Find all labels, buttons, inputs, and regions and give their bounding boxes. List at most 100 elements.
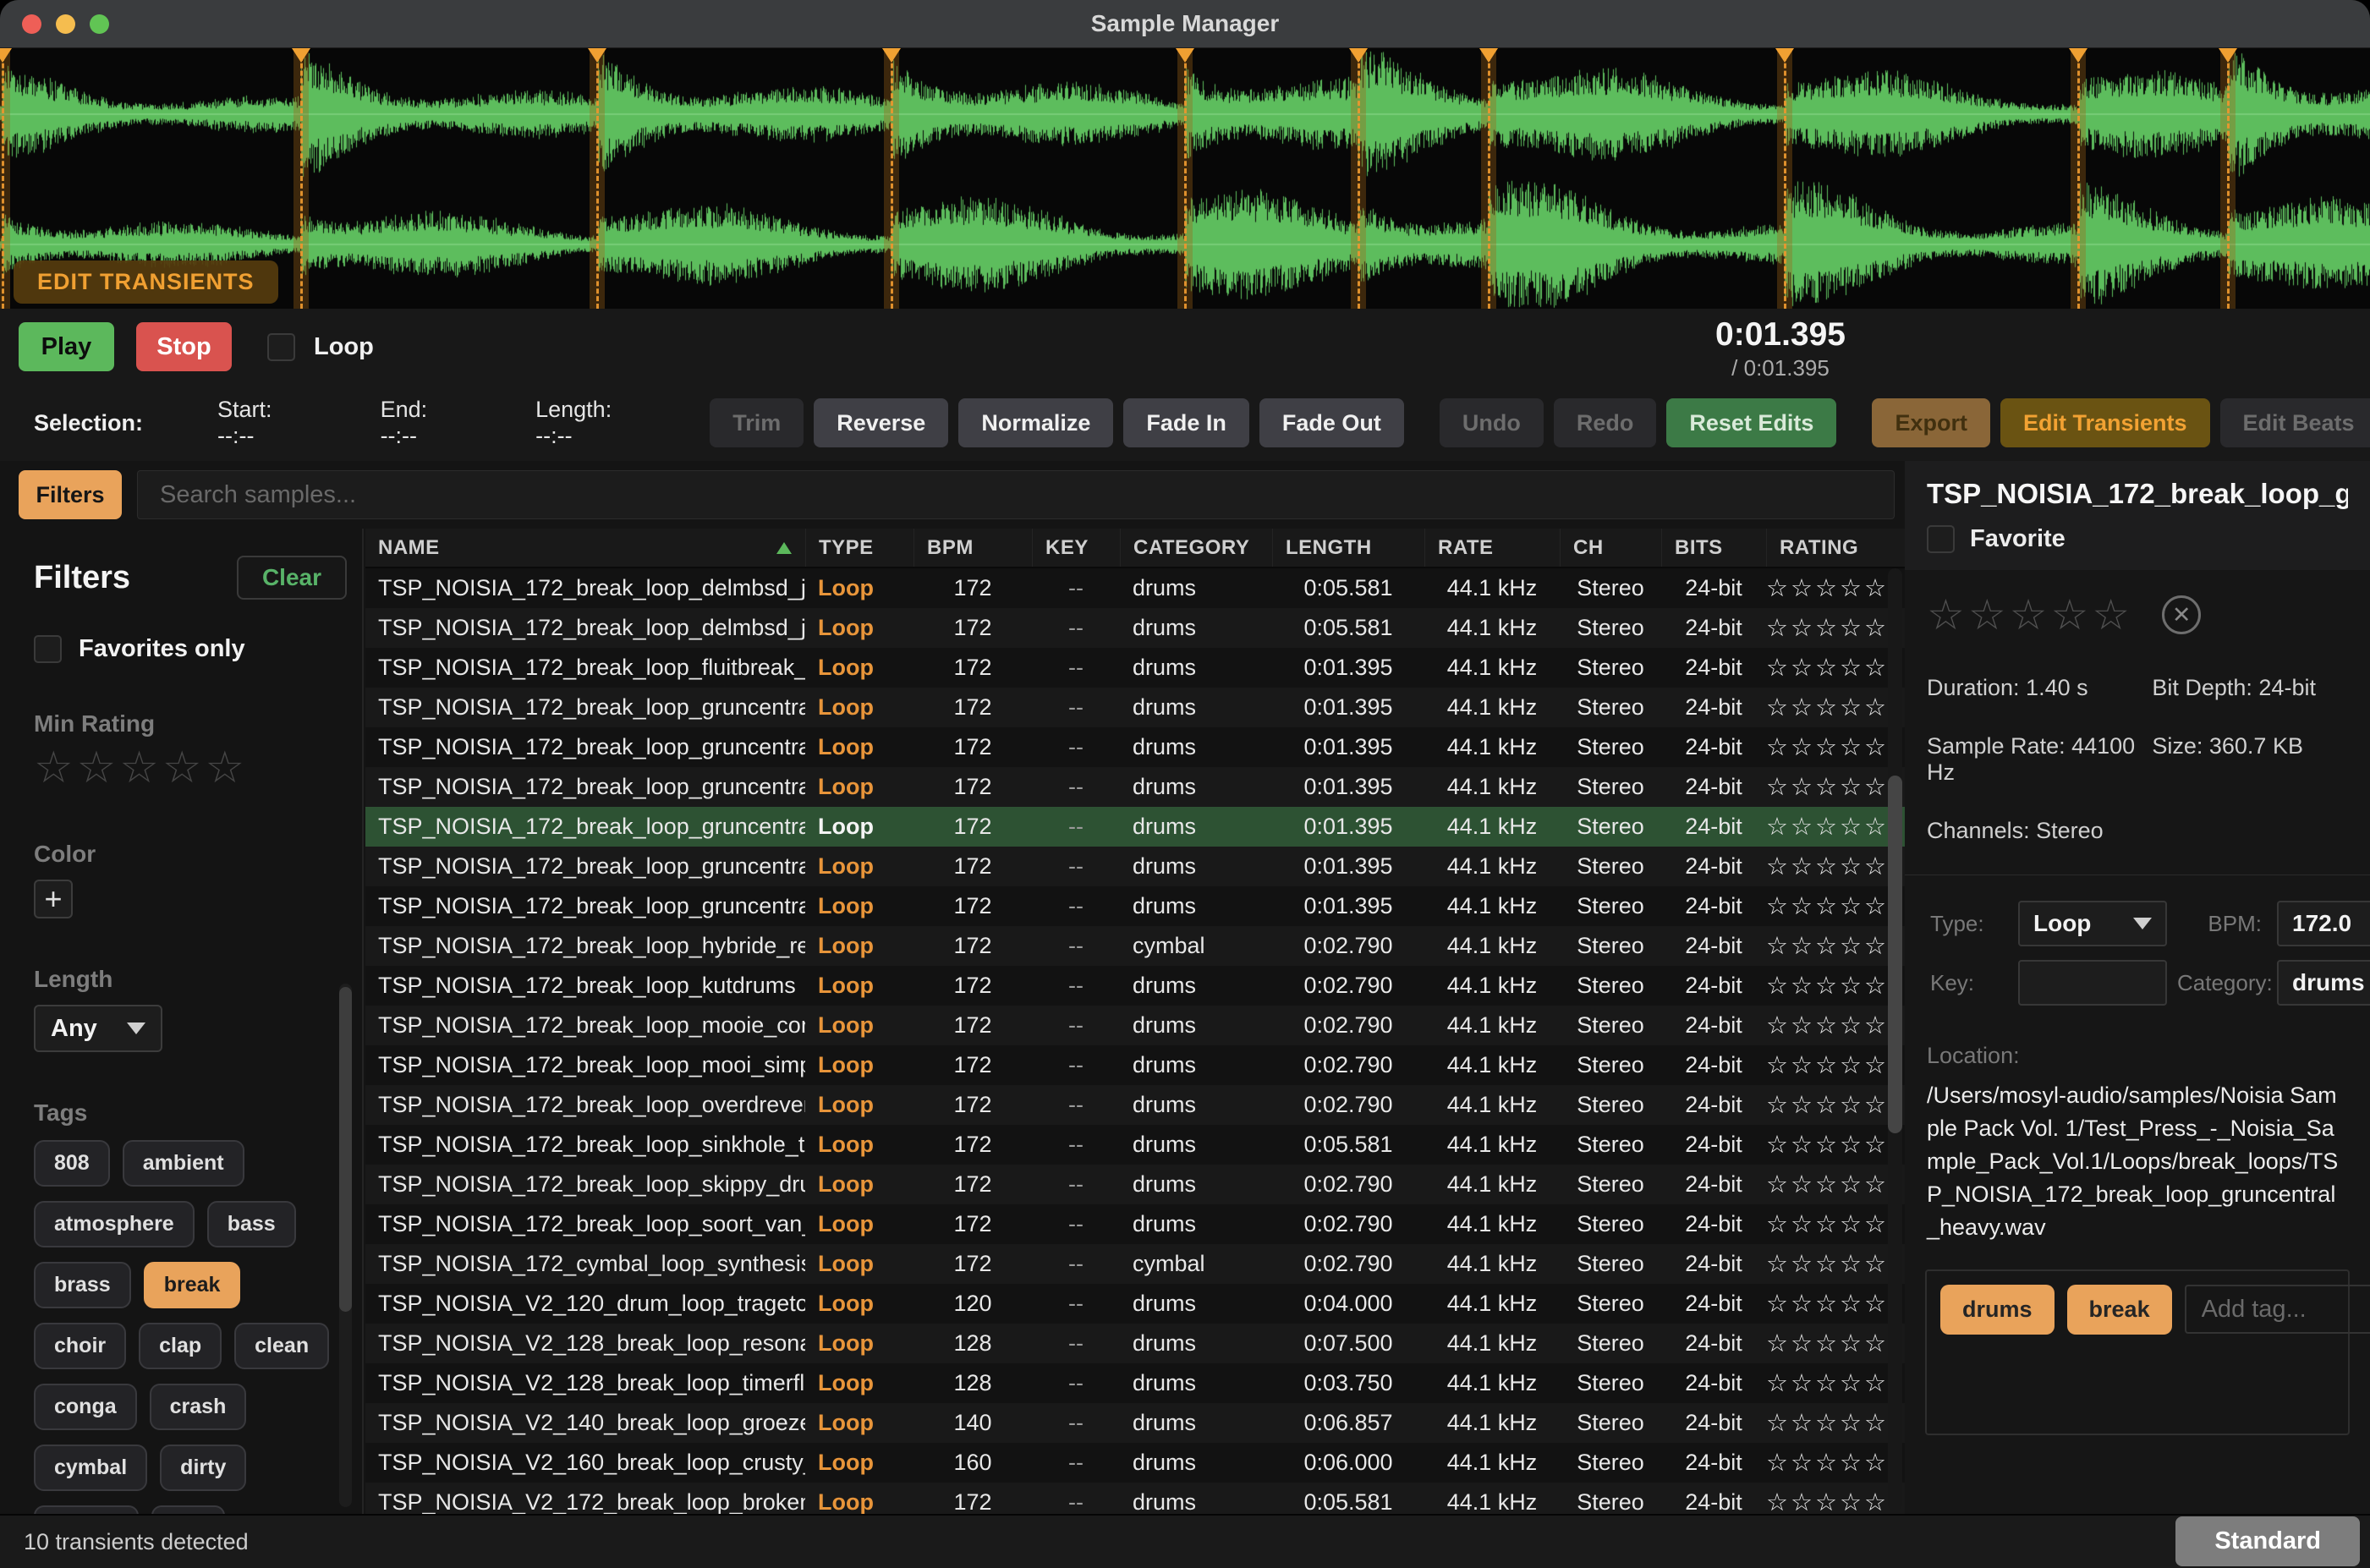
tag-chip-bass[interactable]: bass [207, 1201, 296, 1247]
sample-rating-stars[interactable]: ☆☆☆☆☆ [1927, 590, 2133, 639]
length-dropdown[interactable]: Any [34, 1005, 162, 1052]
table-row[interactable]: TSP_NOISIA_172_break_loop_gruncentral_fi… [365, 767, 1905, 807]
tag-chip-crash[interactable]: crash [150, 1384, 247, 1430]
transient-marker-handle[interactable] [588, 48, 606, 63]
transient-marker-handle[interactable] [1176, 48, 1194, 63]
tag-chip-808[interactable]: 808 [34, 1140, 110, 1187]
redo-button[interactable]: Redo [1554, 398, 1657, 447]
export-button[interactable]: Export [1872, 398, 1990, 447]
clear-filters-button[interactable]: Clear [237, 556, 347, 600]
tag-chip-break[interactable]: break [144, 1262, 241, 1308]
table-row[interactable]: TSP_NOISIA_V2_128_break_loop_resonanteLo… [365, 1324, 1905, 1363]
type-dropdown[interactable]: Loop [2018, 901, 2167, 946]
table-row[interactable]: TSP_NOISIA_172_break_loop_gruncentral_he… [365, 847, 1905, 886]
table-row[interactable]: TSP_NOISIA_172_break_loop_soort_van_thin… [365, 1204, 1905, 1244]
reset-edits-button[interactable]: Reset Edits [1666, 398, 1836, 447]
tag-chip-drums[interactable]: drums [34, 1505, 139, 1514]
transient-marker[interactable] [1177, 48, 1193, 309]
add-color-button[interactable]: + [34, 880, 73, 918]
tag-chip-ambient[interactable]: ambient [123, 1140, 244, 1187]
close-window-button[interactable] [22, 14, 41, 34]
table-row[interactable]: TSP_NOISIA_172_break_loop_gruncentral_he… [365, 886, 1905, 926]
undo-button[interactable]: Undo [1440, 398, 1544, 447]
transient-marker-handle[interactable] [882, 48, 901, 63]
table-row[interactable]: TSP_NOISIA_172_break_loop_hybride_redeli… [365, 926, 1905, 966]
transient-marker-handle[interactable] [1479, 48, 1498, 63]
transient-marker-handle[interactable] [0, 48, 12, 63]
table-row[interactable]: TSP_NOISIA_172_break_loop_skippy_drums_l… [365, 1165, 1905, 1204]
favorites-only-checkbox[interactable] [34, 635, 62, 663]
play-button[interactable]: Play [19, 322, 114, 371]
zoom-window-button[interactable] [90, 14, 109, 34]
transient-marker[interactable] [2071, 48, 2086, 309]
table-row[interactable]: TSP_NOISIA_V2_128_break_loop_timerflake_… [365, 1363, 1905, 1403]
sidebar-scrollbar-thumb[interactable] [339, 987, 352, 1312]
table-row[interactable]: TSP_NOISIA_172_break_loop_overdrevennnnL… [365, 1085, 1905, 1125]
waveform-display[interactable]: EDIT TRANSIENTS [0, 48, 2370, 309]
tag-chip-clean[interactable]: clean [234, 1323, 329, 1369]
transient-marker-handle[interactable] [2219, 48, 2237, 63]
fade-out-button[interactable]: Fade Out [1259, 398, 1404, 447]
table-row[interactable]: TSP_NOISIA_V2_160_break_loop_crusty_crus… [365, 1443, 1905, 1483]
table-row[interactable]: TSP_NOISIA_172_break_loop_gruncentral_he… [365, 807, 1905, 847]
tag-chip-dirty[interactable]: dirty [160, 1445, 246, 1491]
transient-marker[interactable] [590, 48, 605, 309]
tag-chip-atmosphere[interactable]: atmosphere [34, 1201, 195, 1247]
transient-marker-handle[interactable] [1775, 48, 1794, 63]
table-row[interactable]: TSP_NOISIA_172_break_loop_gruncentral_bn… [365, 688, 1905, 727]
tag-chip-conga[interactable]: conga [34, 1384, 137, 1430]
table-row[interactable]: TSP_NOISIA_172_break_loop_fluitbreak_met… [365, 648, 1905, 688]
column-header-rate[interactable]: RATE [1424, 529, 1560, 567]
table-row[interactable]: TSP_NOISIA_V2_120_drum_loop_tragetonale_… [365, 1284, 1905, 1324]
add-tag-input[interactable] [2185, 1285, 2370, 1334]
transient-marker-handle[interactable] [292, 48, 310, 63]
sample-tag-break[interactable]: break [2067, 1285, 2172, 1335]
column-header-name[interactable]: NAME [365, 529, 805, 567]
clear-rating-icon[interactable]: ✕ [2162, 595, 2201, 634]
search-input[interactable] [137, 470, 1895, 519]
transient-marker[interactable] [0, 48, 10, 309]
column-header-bits[interactable]: BITS [1661, 529, 1766, 567]
loop-checkbox[interactable] [267, 333, 295, 361]
edit-transients-button[interactable]: Edit Transients [2000, 398, 2210, 447]
tag-chip-brass[interactable]: brass [34, 1262, 131, 1308]
standard-mode-button[interactable]: Standard [2175, 1516, 2360, 1566]
sample-tag-drums[interactable]: drums [1940, 1285, 2055, 1335]
table-row[interactable]: TSP_NOISIA_172_break_loop_mooi_simpele_o… [365, 1045, 1905, 1085]
table-row[interactable]: TSP_NOISIA_172_break_loop_delmbsd_jungle… [365, 568, 1905, 608]
tag-chip-cymbal[interactable]: cymbal [34, 1445, 147, 1491]
key-field[interactable] [2018, 960, 2167, 1006]
bpm-field[interactable]: 172.0 [2277, 901, 2370, 946]
fade-in-button[interactable]: Fade In [1123, 398, 1249, 447]
tag-chip-clap[interactable]: clap [139, 1323, 222, 1369]
tag-chip-dry[interactable]: dry [151, 1505, 225, 1514]
edit-beats-button[interactable]: Edit Beats [2220, 398, 2370, 447]
table-row[interactable]: TSP_NOISIA_172_break_loop_delmbsd_jungle… [365, 608, 1905, 648]
table-scrollbar-thumb[interactable] [1888, 776, 1902, 1133]
table-scrollbar[interactable] [1888, 568, 1902, 1510]
column-header-bpm[interactable]: BPM [913, 529, 1032, 567]
table-row[interactable]: TSP_NOISIA_172_cymbal_loop_synthesis_jun… [365, 1244, 1905, 1284]
column-header-ch[interactable]: CH [1560, 529, 1661, 567]
table-row[interactable]: TSP_NOISIA_V2_172_break_loop_broken_bubb… [365, 1483, 1905, 1514]
column-header-type[interactable]: TYPE [805, 529, 913, 567]
transient-marker[interactable] [2220, 48, 2236, 309]
tag-chip-choir[interactable]: choir [34, 1323, 126, 1369]
reverse-button[interactable]: Reverse [814, 398, 948, 447]
filters-toggle-button[interactable]: Filters [19, 470, 122, 519]
column-header-length[interactable]: LENGTH [1272, 529, 1424, 567]
transient-marker[interactable] [294, 48, 309, 309]
table-row[interactable]: TSP_NOISIA_172_break_loop_gruncentral_fi… [365, 727, 1905, 767]
table-row[interactable]: TSP_NOISIA_172_break_loop_mooie_conv_opt… [365, 1006, 1905, 1045]
transient-marker[interactable] [1351, 48, 1366, 309]
category-field[interactable]: drums [2277, 960, 2370, 1006]
transient-marker[interactable] [1481, 48, 1496, 309]
stop-button[interactable]: Stop [136, 322, 232, 371]
transient-marker[interactable] [884, 48, 899, 309]
table-row[interactable]: TSP_NOISIA_172_break_loop_sinkhole_tes_t… [365, 1125, 1905, 1165]
trim-button[interactable]: Trim [710, 398, 804, 447]
table-row[interactable]: TSP_NOISIA_V2_140_break_loop_groezelige_… [365, 1403, 1905, 1443]
column-header-category[interactable]: CATEGORY [1120, 529, 1272, 567]
normalize-button[interactable]: Normalize [958, 398, 1113, 447]
transient-marker-handle[interactable] [1349, 48, 1368, 63]
